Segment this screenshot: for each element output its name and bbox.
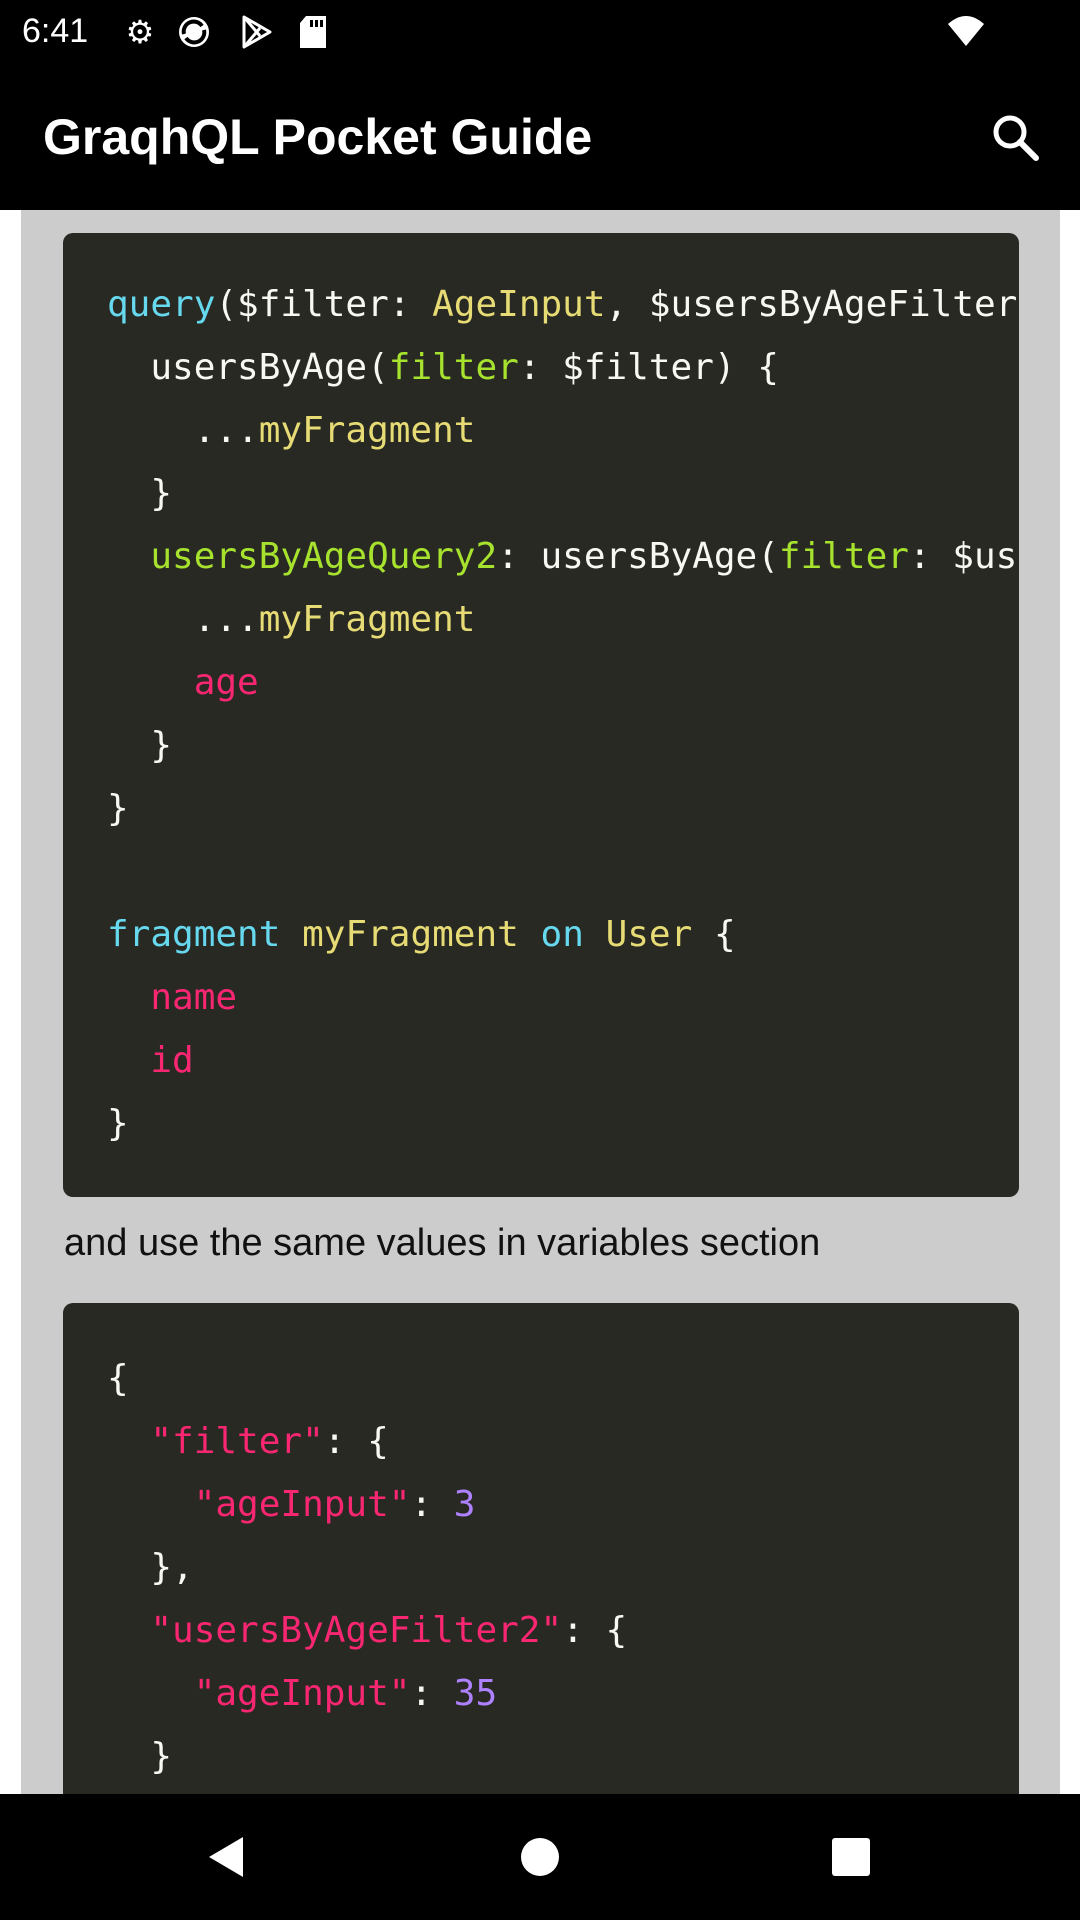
code-token-argument: filter (778, 536, 909, 577)
code-line: } (107, 1092, 129, 1155)
code-line: fragment myFragment on User { (107, 903, 736, 966)
code-token-argument: usersByAgeQuery2 (107, 536, 498, 577)
search-icon[interactable] (988, 110, 1044, 166)
code-token-plain: ($filter: (215, 284, 433, 325)
play-store-icon (242, 15, 272, 49)
code-token-plain: }, (107, 1547, 194, 1588)
sd-card-icon (300, 16, 326, 48)
sync-icon (179, 17, 209, 47)
code-token-type: User (605, 914, 693, 955)
code-token-plain: } (107, 473, 173, 514)
code-line: "ageInput": 35 (107, 1662, 497, 1725)
back-icon[interactable] (203, 1832, 253, 1882)
code-token-plain: usersByAge( (107, 347, 389, 388)
code-token-type: myFragment (302, 914, 519, 955)
code-block-variables: { "filter": { "ageInput": 3 }, "usersByA… (63, 1303, 1019, 1794)
code-token-plain: : (410, 1484, 454, 1525)
code-line: "usersByAgeFilter2": { (107, 1599, 627, 1662)
code-token-plain: : { (323, 1421, 389, 1462)
code-line: id (107, 1029, 194, 1092)
code-token-plain: } (107, 725, 173, 766)
code-line: ...myFragment (107, 588, 476, 651)
code-line: }, (107, 1536, 194, 1599)
code-token-plain: { (107, 1358, 129, 1399)
code-token-field: "filter" (107, 1421, 324, 1462)
code-token-plain: ... (107, 599, 259, 640)
code-token-field: "ageInput" (107, 1673, 411, 1714)
code-token-type: myFragment (258, 410, 476, 451)
code-line: } (107, 462, 172, 525)
code-token-plain: ... (107, 410, 259, 451)
code-token-plain: : $filter) { (518, 347, 779, 388)
status-bar: 6:41 ⚙ (0, 0, 1080, 64)
code-line: age (107, 651, 259, 714)
code-token-field: "usersByAgeFilter2" (107, 1610, 563, 1651)
code-token-type: myFragment (258, 599, 476, 640)
code-line: usersByAge(filter: $filter) { (107, 336, 779, 399)
navigation-bar (0, 1794, 1080, 1920)
code-token-plain: { (692, 914, 736, 955)
code-line: query($filter: AgeInput, $usersByAgeFilt… (107, 273, 1019, 336)
code-token-number: 3 (453, 1484, 476, 1525)
code-line: { (107, 1347, 129, 1410)
code-token-plain: } (107, 1103, 129, 1144)
status-time: 6:41 (22, 12, 89, 50)
code-token-type: AgeInput (432, 284, 606, 325)
recents-icon[interactable] (826, 1832, 876, 1882)
code-token-plain: } (107, 788, 129, 829)
code-token-field: age (107, 662, 259, 703)
gear-icon: ⚙ (125, 14, 155, 50)
code-token-plain: } (107, 1736, 173, 1777)
code-token-keyword: fragment (107, 914, 281, 955)
code-line: } (107, 777, 129, 840)
code-line: usersByAgeQuery2: usersByAge(filter: $us… (107, 525, 1019, 588)
code-block-query: query($filter: AgeInput, $usersByAgeFilt… (63, 233, 1019, 1197)
code-token-field: "ageInput" (107, 1484, 411, 1525)
app-bar: GraqhQL Pocket Guide (0, 64, 1080, 210)
code-token-field: name (107, 977, 238, 1018)
app-title: GraqhQL Pocket Guide (43, 109, 593, 165)
wifi-icon (948, 16, 984, 46)
code-line: } (107, 1725, 172, 1788)
code-token-plain: , $usersByAgeFilter2: AgeInput) { (605, 284, 1019, 325)
code-token-plain: : usersByAge( (497, 536, 779, 577)
code-line: name (107, 966, 237, 1029)
code-token-plain: : (410, 1673, 454, 1714)
code-token-keyword: query (107, 284, 216, 325)
content-area[interactable]: query($filter: AgeInput, $usersByAgeFilt… (21, 210, 1060, 1794)
paragraph-text: and use the same values in variables sec… (64, 1222, 821, 1264)
code-token-argument: filter (388, 347, 519, 388)
code-token-field: id (107, 1040, 194, 1081)
code-line: "ageInput": 3 (107, 1473, 476, 1536)
code-line: } (107, 714, 172, 777)
code-line: "filter": { (107, 1410, 389, 1473)
code-token-plain: : { (562, 1610, 628, 1651)
code-token-number: 35 (453, 1673, 498, 1714)
code-line: ...myFragment (107, 399, 476, 462)
code-token-plain: : $usersByAgeFilter2) { (908, 536, 1019, 577)
home-icon[interactable] (515, 1832, 565, 1882)
code-token-keyword: on (540, 914, 584, 955)
